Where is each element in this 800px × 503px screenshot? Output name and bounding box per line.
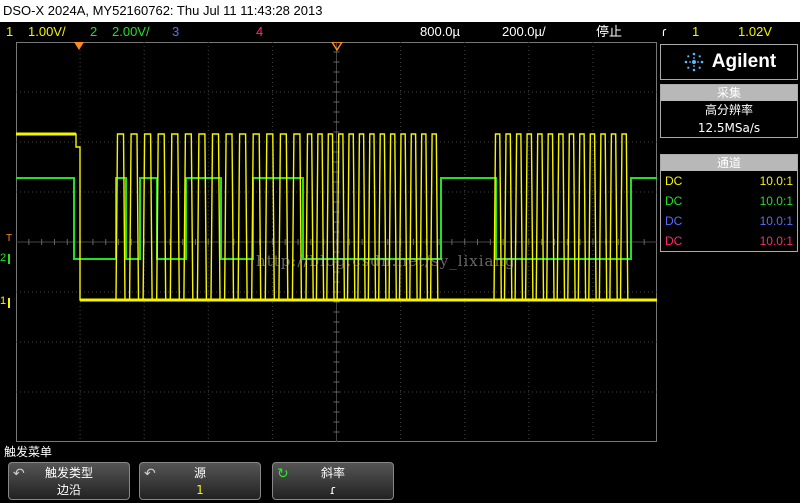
softkey-value: ɾ	[329, 483, 337, 497]
trigger-slope-icon: ɾ	[662, 24, 667, 39]
brand-box: Agilent	[660, 44, 798, 80]
ch4-number[interactable]: 4	[256, 22, 263, 42]
channel-probe: 10.0:1	[759, 174, 793, 188]
status-bar: 1 1.00V/ 2 2.00V/ 3 4 800.0µ 200.0µ/ 停止 …	[0, 22, 800, 42]
ch1-ground-icon	[8, 298, 16, 308]
delay-readout[interactable]: 200.0µ/	[502, 22, 546, 42]
softkey-value: 1	[196, 483, 204, 497]
rotate-knob-icon: ↶	[144, 466, 156, 482]
channel-row-1[interactable]: DC 10.0:1	[661, 171, 797, 191]
rotate-knob-icon: ↻	[277, 466, 289, 482]
run-state[interactable]: 停止	[596, 22, 622, 42]
softkey-slope[interactable]: ↻ 斜率 ɾ	[272, 462, 394, 500]
ch1-ground-marker[interactable]: 1	[0, 295, 6, 307]
window-title: DSO-X 2024A, MY52160762: Thu Jul 11 11:4…	[0, 0, 800, 22]
channel-probe: 10.0:1	[759, 234, 793, 248]
ch1-number[interactable]: 1	[6, 22, 13, 42]
agilent-spark-icon	[684, 52, 704, 72]
trigger-level-marker: T	[6, 233, 13, 244]
channel-row-4[interactable]: DC 10.0:1	[661, 231, 797, 251]
channel-coupling: DC	[665, 194, 683, 208]
ch3-number[interactable]: 3	[172, 22, 179, 42]
channel-row-3[interactable]: DC 10.0:1	[661, 211, 797, 231]
brand-name: Agilent	[711, 51, 777, 72]
rotate-knob-icon: ↶	[13, 466, 25, 482]
softkey-value: 边沿	[56, 483, 81, 497]
softkey-source[interactable]: ↶ 源 1	[139, 462, 261, 500]
waveform-display[interactable]	[16, 42, 657, 442]
ch2-ground-icon	[8, 254, 16, 264]
channel-probe: 10.0:1	[759, 214, 793, 228]
softkey-label: 源	[193, 466, 206, 480]
channels-header: 通道	[661, 155, 797, 171]
channels-box[interactable]: 通道 DC 10.0:1 DC 10.0:1 DC 10.0:1 DC 10.0…	[660, 154, 798, 252]
channel-row-2[interactable]: DC 10.0:1	[661, 191, 797, 211]
channel-coupling: DC	[665, 174, 683, 188]
ch1-scale[interactable]: 1.00V/	[28, 22, 66, 42]
menu-title: 触发菜单	[4, 445, 53, 459]
ch2-scale[interactable]: 2.00V/	[112, 22, 150, 42]
timebase-readout[interactable]: 800.0µ	[420, 22, 460, 42]
watermark: http://blog.csdn.net/sy_lixiang	[256, 252, 516, 270]
sample-rate: 12.5MSa/s	[697, 121, 761, 135]
softkey-trigger-type[interactable]: ↶ 触发类型 边沿	[8, 462, 130, 500]
acquisition-box[interactable]: 采集 高分辨率 12.5MSa/s	[660, 84, 798, 138]
softkey-label: 斜率	[320, 466, 345, 480]
ch2-ground-marker[interactable]: 2	[0, 252, 6, 264]
channel-probe: 10.0:1	[759, 194, 793, 208]
trigger-level[interactable]: 1.02V	[738, 22, 772, 42]
ch2-number[interactable]: 2	[90, 22, 97, 42]
channel-coupling: DC	[665, 234, 683, 248]
softkey-label: 触发类型	[44, 466, 93, 480]
trigger-source[interactable]: 1	[692, 22, 699, 42]
acquisition-header: 采集	[661, 85, 797, 101]
channel-coupling: DC	[665, 214, 683, 228]
acquisition-mode: 高分辨率	[704, 103, 753, 117]
